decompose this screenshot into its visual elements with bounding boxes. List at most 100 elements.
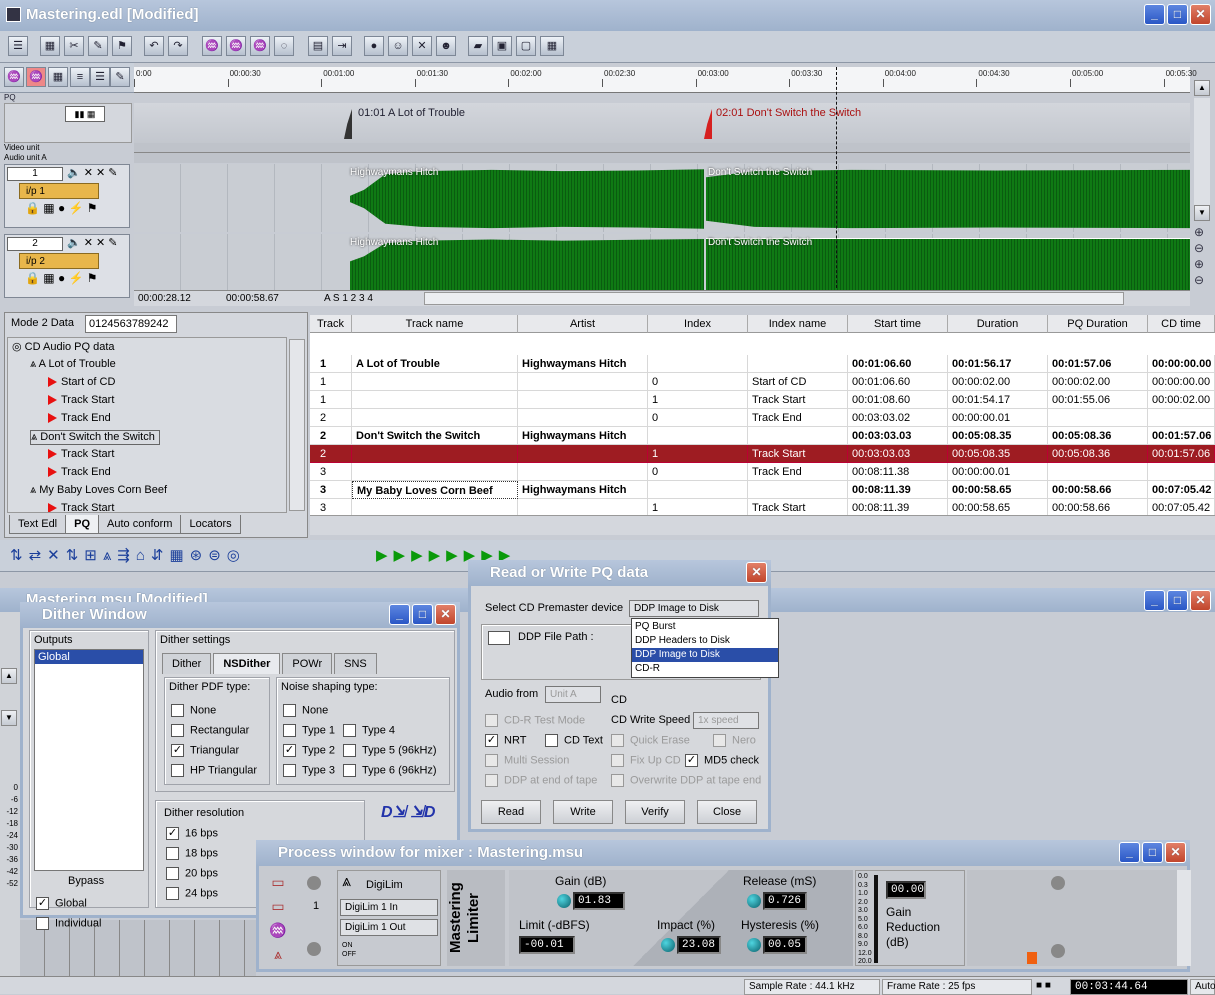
- track-1-lane[interactable]: Highwaymans Hitch Don't Switch the Switc…: [134, 164, 1190, 232]
- table-row[interactable]: 1A Lot of Trouble Highwaymans Hitch 00:01:…: [310, 355, 1215, 373]
- tree-index[interactable]: Track Start: [48, 394, 114, 406]
- column-header[interactable]: Start time: [848, 315, 948, 333]
- impact-value[interactable]: 23.08: [677, 936, 721, 954]
- flag-icon[interactable]: ⚑: [112, 36, 132, 56]
- column-header[interactable]: PQ Duration: [1048, 315, 1148, 333]
- table-row[interactable]: 3 1 Track Start 00:08:11.39 00:00:58.65 00:00…: [310, 499, 1215, 515]
- track-1-buttons[interactable]: 🔈 ✕ ✕ ✎: [67, 166, 118, 179]
- table-row[interactable]: 3 My Baby Loves Corn Beef Highwaymans Hitc…: [310, 481, 1215, 499]
- output-item-global[interactable]: Global: [35, 650, 143, 664]
- track-1-controls[interactable]: 🔒 ▦ ● ⚡ ⚑: [25, 201, 98, 215]
- output-knob[interactable]: [307, 942, 321, 956]
- clown-icon[interactable]: ☻: [436, 36, 456, 56]
- minimize-button[interactable]: _: [1144, 4, 1165, 25]
- hysteresis-value[interactable]: 00.05: [763, 936, 807, 954]
- tree-root[interactable]: ◎ CD Audio PQ data: [12, 340, 115, 353]
- scissors-icon[interactable]: ✂: [64, 36, 84, 56]
- nrt-check[interactable]: ✓ NRT: [485, 734, 526, 747]
- res-20[interactable]: 20 bps: [166, 867, 218, 880]
- process-minimize-button[interactable]: _: [1119, 842, 1140, 863]
- scroll-down-button[interactable]: ▼: [1194, 205, 1210, 221]
- record-icon[interactable]: ●: [364, 36, 384, 56]
- track-select-buttons[interactable]: A S 1 2 3 4: [324, 293, 373, 304]
- pdf-triangular[interactable]: ✓ Triangular: [171, 744, 239, 757]
- cd-text-check[interactable]: CD Text: [545, 734, 603, 747]
- folder-icon[interactable]: ▰: [468, 36, 488, 56]
- pq-tools-icon[interactable]: ▮▮ ▦: [65, 106, 105, 122]
- tree-track-3[interactable]: ⩓ My Baby Loves Corn Beef: [30, 484, 167, 497]
- release-knob[interactable]: [747, 894, 761, 908]
- strip-knob-2[interactable]: [1051, 944, 1065, 958]
- tree-scrollbar[interactable]: [289, 339, 305, 511]
- tab-text-edl[interactable]: Text Edl: [9, 515, 67, 534]
- comment-icon[interactable]: ◌: [274, 36, 294, 56]
- column-header[interactable]: Artist: [518, 315, 648, 333]
- dither-close-button[interactable]: ✕: [435, 604, 456, 625]
- unit-select[interactable]: Unit A: [545, 686, 601, 703]
- dither-minimize-button[interactable]: _: [389, 604, 410, 625]
- column-header[interactable]: Track: [310, 315, 352, 333]
- strip-knob-1[interactable]: [1051, 876, 1065, 890]
- option-cdr[interactable]: CD-R: [635, 662, 775, 676]
- global-radio[interactable]: ✓ Global: [36, 897, 87, 910]
- track-2-buttons[interactable]: 🔈 ✕ ✕ ✎: [67, 236, 118, 249]
- column-header[interactable]: Duration: [948, 315, 1048, 333]
- impact-knob[interactable]: [661, 938, 675, 952]
- option-pq-burst[interactable]: PQ Burst: [635, 620, 775, 634]
- tab-powr[interactable]: POWr: [282, 653, 333, 674]
- md5-check[interactable]: ✓ MD5 check: [685, 754, 759, 767]
- film-icon[interactable]: ▦: [40, 36, 60, 56]
- pdf-hp-triangular[interactable]: HP Triangular: [171, 764, 257, 777]
- wave-edit-icon[interactable]: ♒: [202, 36, 222, 56]
- pq-dialog-close-button[interactable]: ✕: [746, 562, 767, 583]
- tab-locators[interactable]: Locators: [180, 515, 241, 534]
- process-side-icons[interactable]: ▭ ▭ ♒ ⩓: [263, 870, 293, 966]
- playhead[interactable]: [836, 67, 837, 293]
- ns-type1[interactable]: Type 1: [283, 724, 335, 737]
- tab-sns[interactable]: SNS: [334, 653, 377, 674]
- monitor-icon[interactable]: ▢: [516, 36, 536, 56]
- pq-marker-1-icon[interactable]: [344, 109, 352, 139]
- mixer-icon[interactable]: ▦: [540, 36, 564, 56]
- msu-close-button[interactable]: ✕: [1190, 590, 1211, 611]
- read-button[interactable]: Read: [481, 800, 541, 824]
- msu-up-button[interactable]: ▲: [1, 668, 17, 684]
- on-off-switch[interactable]: ON OFF: [342, 941, 356, 959]
- vertical-scrollbar[interactable]: [1194, 98, 1210, 218]
- input-select[interactable]: DigiLim 1 In: [340, 899, 438, 916]
- wave-split-icon[interactable]: ♒: [226, 36, 246, 56]
- tab-pq[interactable]: PQ: [65, 515, 100, 534]
- pencil-icon[interactable]: ✎: [110, 67, 130, 87]
- export-icon[interactable]: ⇥: [332, 36, 352, 56]
- tree-index[interactable]: Track Start: [48, 502, 114, 512]
- maximize-button[interactable]: □: [1167, 4, 1188, 25]
- pq-marker-2-icon[interactable]: [704, 109, 712, 139]
- msu-minimize-button[interactable]: _: [1144, 590, 1165, 611]
- gain-value[interactable]: 01.83: [573, 892, 625, 910]
- edl-icon[interactable]: ☰: [8, 36, 28, 56]
- msu-down-button[interactable]: ▼: [1, 710, 17, 726]
- pen-icon[interactable]: ✎: [88, 36, 108, 56]
- mode-value[interactable]: 0124563789242: [85, 315, 177, 333]
- grid-hscroll[interactable]: [310, 515, 1215, 535]
- ns-type5[interactable]: Type 5 (96kHz): [343, 744, 437, 757]
- table-row[interactable]: 1 1 Track Start 00:01:08.60 00:01:54.17 00:01…: [310, 391, 1215, 409]
- close-dialog-button[interactable]: Close: [697, 800, 757, 824]
- ns-type3[interactable]: Type 3: [283, 764, 335, 777]
- tree-index[interactable]: Track End: [48, 412, 111, 424]
- tree-index[interactable]: Track End: [48, 466, 111, 478]
- speed-select[interactable]: 1x speed: [693, 712, 759, 729]
- multi-session-check[interactable]: Multi Session: [485, 754, 569, 767]
- column-header[interactable]: Index: [648, 315, 748, 333]
- device-select[interactable]: DDP Image to Disk: [629, 600, 759, 617]
- close-button[interactable]: ✕: [1190, 4, 1211, 25]
- tools-icon[interactable]: ✕: [412, 36, 432, 56]
- waveform-icon[interactable]: ♒: [4, 67, 24, 87]
- option-ddp-headers[interactable]: DDP Headers to Disk: [635, 634, 775, 648]
- lines-icon[interactable]: ≡: [70, 67, 90, 87]
- output-select[interactable]: DigiLim 1 Out: [340, 919, 438, 936]
- pdf-none[interactable]: None: [171, 704, 216, 717]
- table-row[interactable]: 1 0 Start of CD 00:01:06.60 00:00:02.00 00:00…: [310, 373, 1215, 391]
- track-1-input[interactable]: i/p 1: [19, 183, 99, 199]
- undo-icon[interactable]: ↶: [144, 36, 164, 56]
